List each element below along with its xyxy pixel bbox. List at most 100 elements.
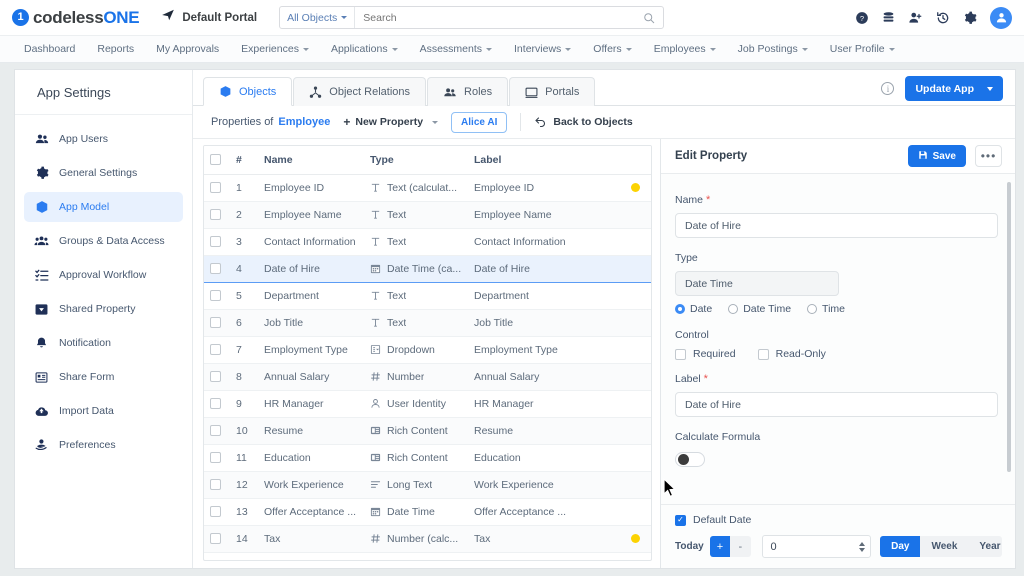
help-icon[interactable]: ?: [855, 11, 869, 25]
table-row[interactable]: 8 Annual Salary Number Annual Salary: [204, 363, 651, 390]
tab-roles[interactable]: Roles: [427, 77, 508, 106]
tab-objects[interactable]: Objects: [203, 77, 292, 106]
row-checkbox[interactable]: [210, 290, 221, 301]
history-icon[interactable]: [936, 11, 950, 25]
nav-item-my-approvals[interactable]: My Approvals: [156, 43, 219, 55]
object-filter-dropdown[interactable]: All Objects: [280, 7, 355, 28]
back-to-objects-button[interactable]: Back to Objects: [534, 115, 632, 130]
row-checkbox[interactable]: [210, 506, 221, 517]
column-header-type[interactable]: Type: [364, 146, 468, 174]
checkbox-read-only[interactable]: Read-Only: [758, 348, 826, 360]
database-icon[interactable]: [882, 11, 895, 25]
sidebar-item-notification[interactable]: Notification: [24, 328, 183, 358]
label-input[interactable]: Date of Hire: [675, 392, 998, 417]
calculate-formula-toggle[interactable]: [675, 452, 705, 467]
radio-date[interactable]: Date: [675, 303, 712, 315]
tab-portals[interactable]: Portals: [509, 77, 595, 106]
sidebar-item-preferences[interactable]: Preferences: [24, 430, 183, 460]
decrement-button[interactable]: -: [730, 536, 750, 557]
save-button[interactable]: Save: [908, 145, 966, 167]
checkbox-default-date[interactable]: ✓ Default Date: [675, 514, 1002, 526]
sidebar-item-shared-property[interactable]: Shared Property: [24, 294, 183, 324]
table-row[interactable]: 13 Offer Acceptance ... Date Time Offer …: [204, 498, 651, 525]
row-checkbox[interactable]: [210, 479, 221, 490]
sidebar-item-groups-data-access[interactable]: Groups & Data Access: [24, 226, 183, 256]
sidebar-item-app-users[interactable]: App Users: [24, 124, 183, 154]
column-header-label[interactable]: Label: [468, 146, 625, 174]
checkbox-required[interactable]: Required: [675, 348, 736, 360]
chevron-down-icon[interactable]: [432, 121, 438, 124]
nav-item-assessments[interactable]: Assessments: [420, 43, 492, 55]
info-icon[interactable]: i: [881, 82, 894, 95]
tab-object-relations[interactable]: Object Relations: [293, 77, 426, 106]
row-checkbox[interactable]: [210, 371, 221, 382]
nav-item-employees[interactable]: Employees: [654, 43, 716, 55]
radio-time[interactable]: Time: [807, 303, 845, 315]
nav-item-reports[interactable]: Reports: [97, 43, 134, 55]
nav-item-user-profile[interactable]: User Profile: [830, 43, 895, 55]
table-row[interactable]: 2 Employee Name Text Employee Name: [204, 201, 651, 228]
table-row[interactable]: 7 Employment Type Dropdown Employment Ty…: [204, 336, 651, 363]
row-checkbox[interactable]: [210, 533, 221, 544]
table-row[interactable]: 3 Contact Information Text Contact Infor…: [204, 228, 651, 255]
row-checkbox[interactable]: [210, 209, 221, 220]
search-input[interactable]: [355, 12, 635, 24]
alice-ai-button[interactable]: Alice AI: [451, 112, 507, 133]
gear-icon[interactable]: [963, 11, 977, 25]
more-options-button[interactable]: •••: [975, 145, 1002, 167]
type-input[interactable]: Date Time: [675, 271, 839, 296]
nav-item-dashboard[interactable]: Dashboard: [24, 43, 75, 55]
table-row[interactable]: 1 Employee ID Text (calculat... Employee…: [204, 174, 651, 201]
row-checkbox[interactable]: [210, 263, 221, 274]
row-checkbox[interactable]: [210, 317, 221, 328]
app-logo[interactable]: 1 codelessONE: [12, 8, 139, 28]
row-checkbox[interactable]: [210, 344, 221, 355]
table-row[interactable]: 6 Job Title Text Job Title: [204, 309, 651, 336]
table-row[interactable]: 12 Work Experience Long Text Work Experi…: [204, 471, 651, 498]
object-name-link[interactable]: Employee: [278, 116, 330, 128]
nav-item-offers[interactable]: Offers: [593, 43, 631, 55]
table-row[interactable]: 14 Tax Number (calc... Tax: [204, 525, 651, 552]
row-checkbox[interactable]: [210, 398, 221, 409]
table-row[interactable]: 11 Education Rich Content Education: [204, 444, 651, 471]
sidebar-item-approval-workflow[interactable]: Approval Workflow: [24, 260, 183, 290]
spinner-down-icon[interactable]: [859, 548, 865, 552]
increment-button[interactable]: +: [710, 536, 730, 557]
nav-item-interviews[interactable]: Interviews: [514, 43, 571, 55]
add-user-icon[interactable]: [908, 11, 923, 25]
column-header-number[interactable]: #: [230, 146, 258, 174]
sidebar-item-app-model[interactable]: App Model: [24, 192, 183, 222]
update-app-button[interactable]: Update App: [905, 76, 1003, 101]
name-input[interactable]: Date of Hire: [675, 213, 998, 238]
sidebar-item-share-form[interactable]: Share Form: [24, 362, 183, 392]
unit-day[interactable]: Day: [880, 536, 920, 557]
radio-date-time[interactable]: Date Time: [728, 303, 791, 315]
sidebar-item-general-settings[interactable]: General Settings: [24, 158, 183, 188]
edit-panel-scrollbar[interactable]: [1007, 182, 1011, 472]
search-icon[interactable]: [635, 12, 663, 24]
new-property-button[interactable]: + New Property: [343, 116, 438, 128]
avatar[interactable]: [990, 7, 1012, 29]
nav-item-job-postings[interactable]: Job Postings: [738, 43, 808, 55]
nav-item-experiences[interactable]: Experiences: [241, 43, 309, 55]
table-row[interactable]: 9 HR Manager User Identity HR Manager: [204, 390, 651, 417]
portal-selector[interactable]: Default Portal: [161, 8, 257, 27]
nav-item-applications[interactable]: Applications: [331, 43, 398, 55]
unit-week[interactable]: Week: [920, 536, 968, 557]
table-row-selected[interactable]: 4 Date of Hire Date Time (ca... Date of …: [204, 255, 651, 282]
unit-year[interactable]: Year: [968, 536, 1002, 557]
table-row[interactable]: 5 Department Text Department: [204, 282, 651, 309]
row-label: Department: [468, 282, 625, 309]
offset-number-input[interactable]: 0: [762, 535, 872, 558]
sidebar-item-import-data[interactable]: Import Data: [24, 396, 183, 426]
row-checkbox[interactable]: [210, 236, 221, 247]
spinner-up-icon[interactable]: [859, 542, 865, 546]
number-spinner[interactable]: [859, 542, 870, 552]
column-header-name[interactable]: Name: [258, 146, 364, 174]
select-all-checkbox[interactable]: [210, 154, 221, 165]
row-checkbox[interactable]: [210, 182, 221, 193]
row-checkbox[interactable]: [210, 425, 221, 436]
chevron-down-icon[interactable]: [987, 87, 993, 91]
row-checkbox[interactable]: [210, 452, 221, 463]
table-row[interactable]: 10 Resume Rich Content Resume: [204, 417, 651, 444]
